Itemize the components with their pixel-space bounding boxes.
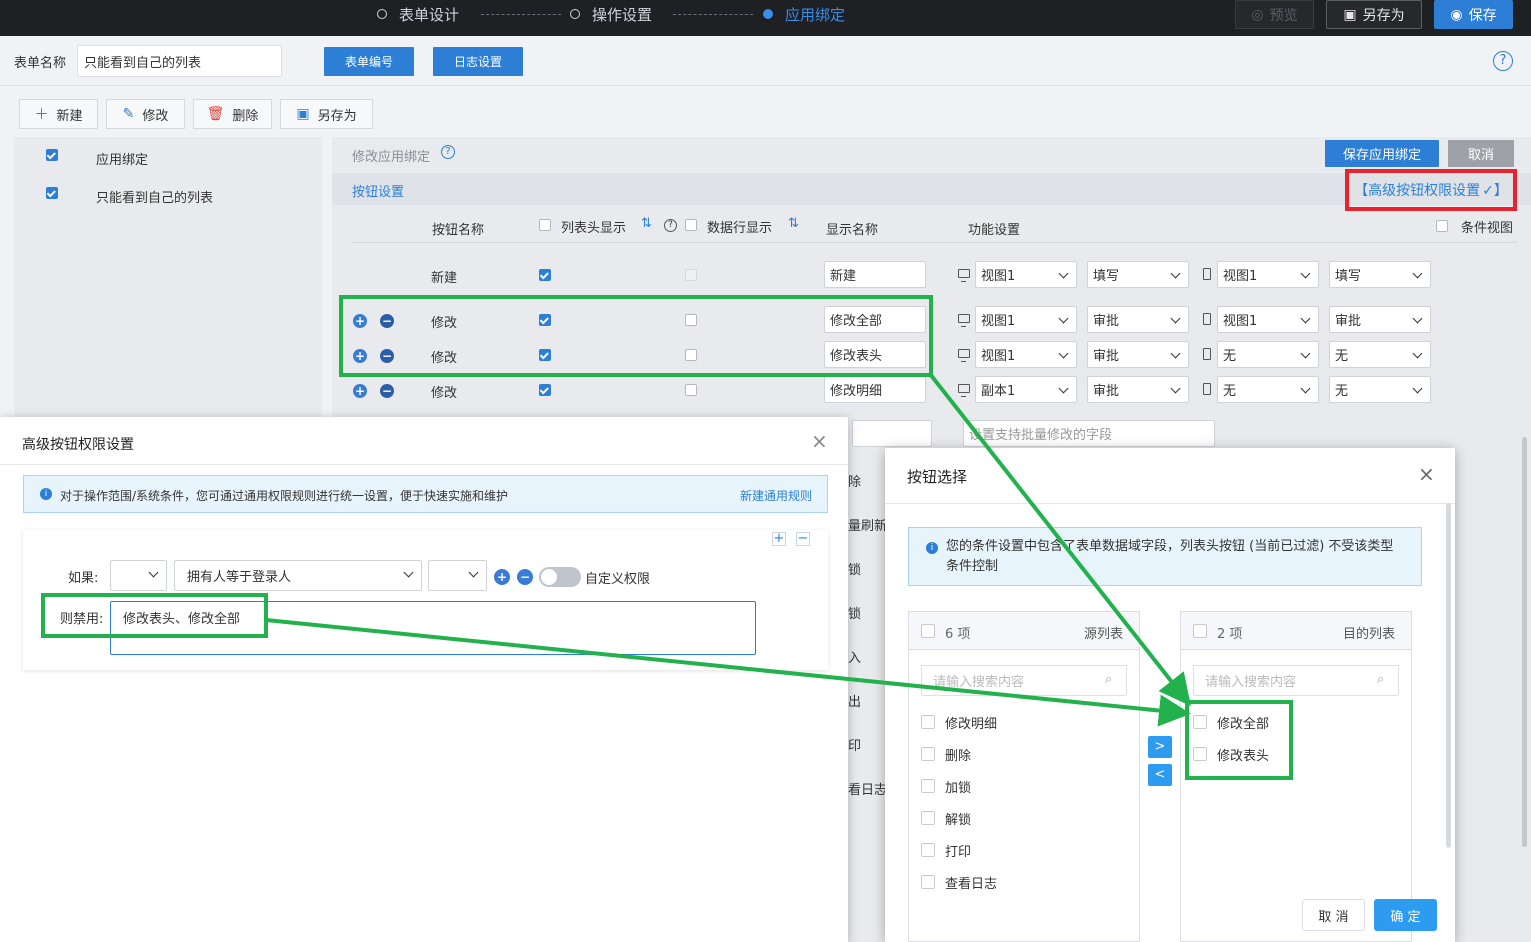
arrow bbox=[928, 372, 1191, 707]
arrow bbox=[265, 618, 1191, 727]
annotation-arrows bbox=[265, 372, 1191, 727]
